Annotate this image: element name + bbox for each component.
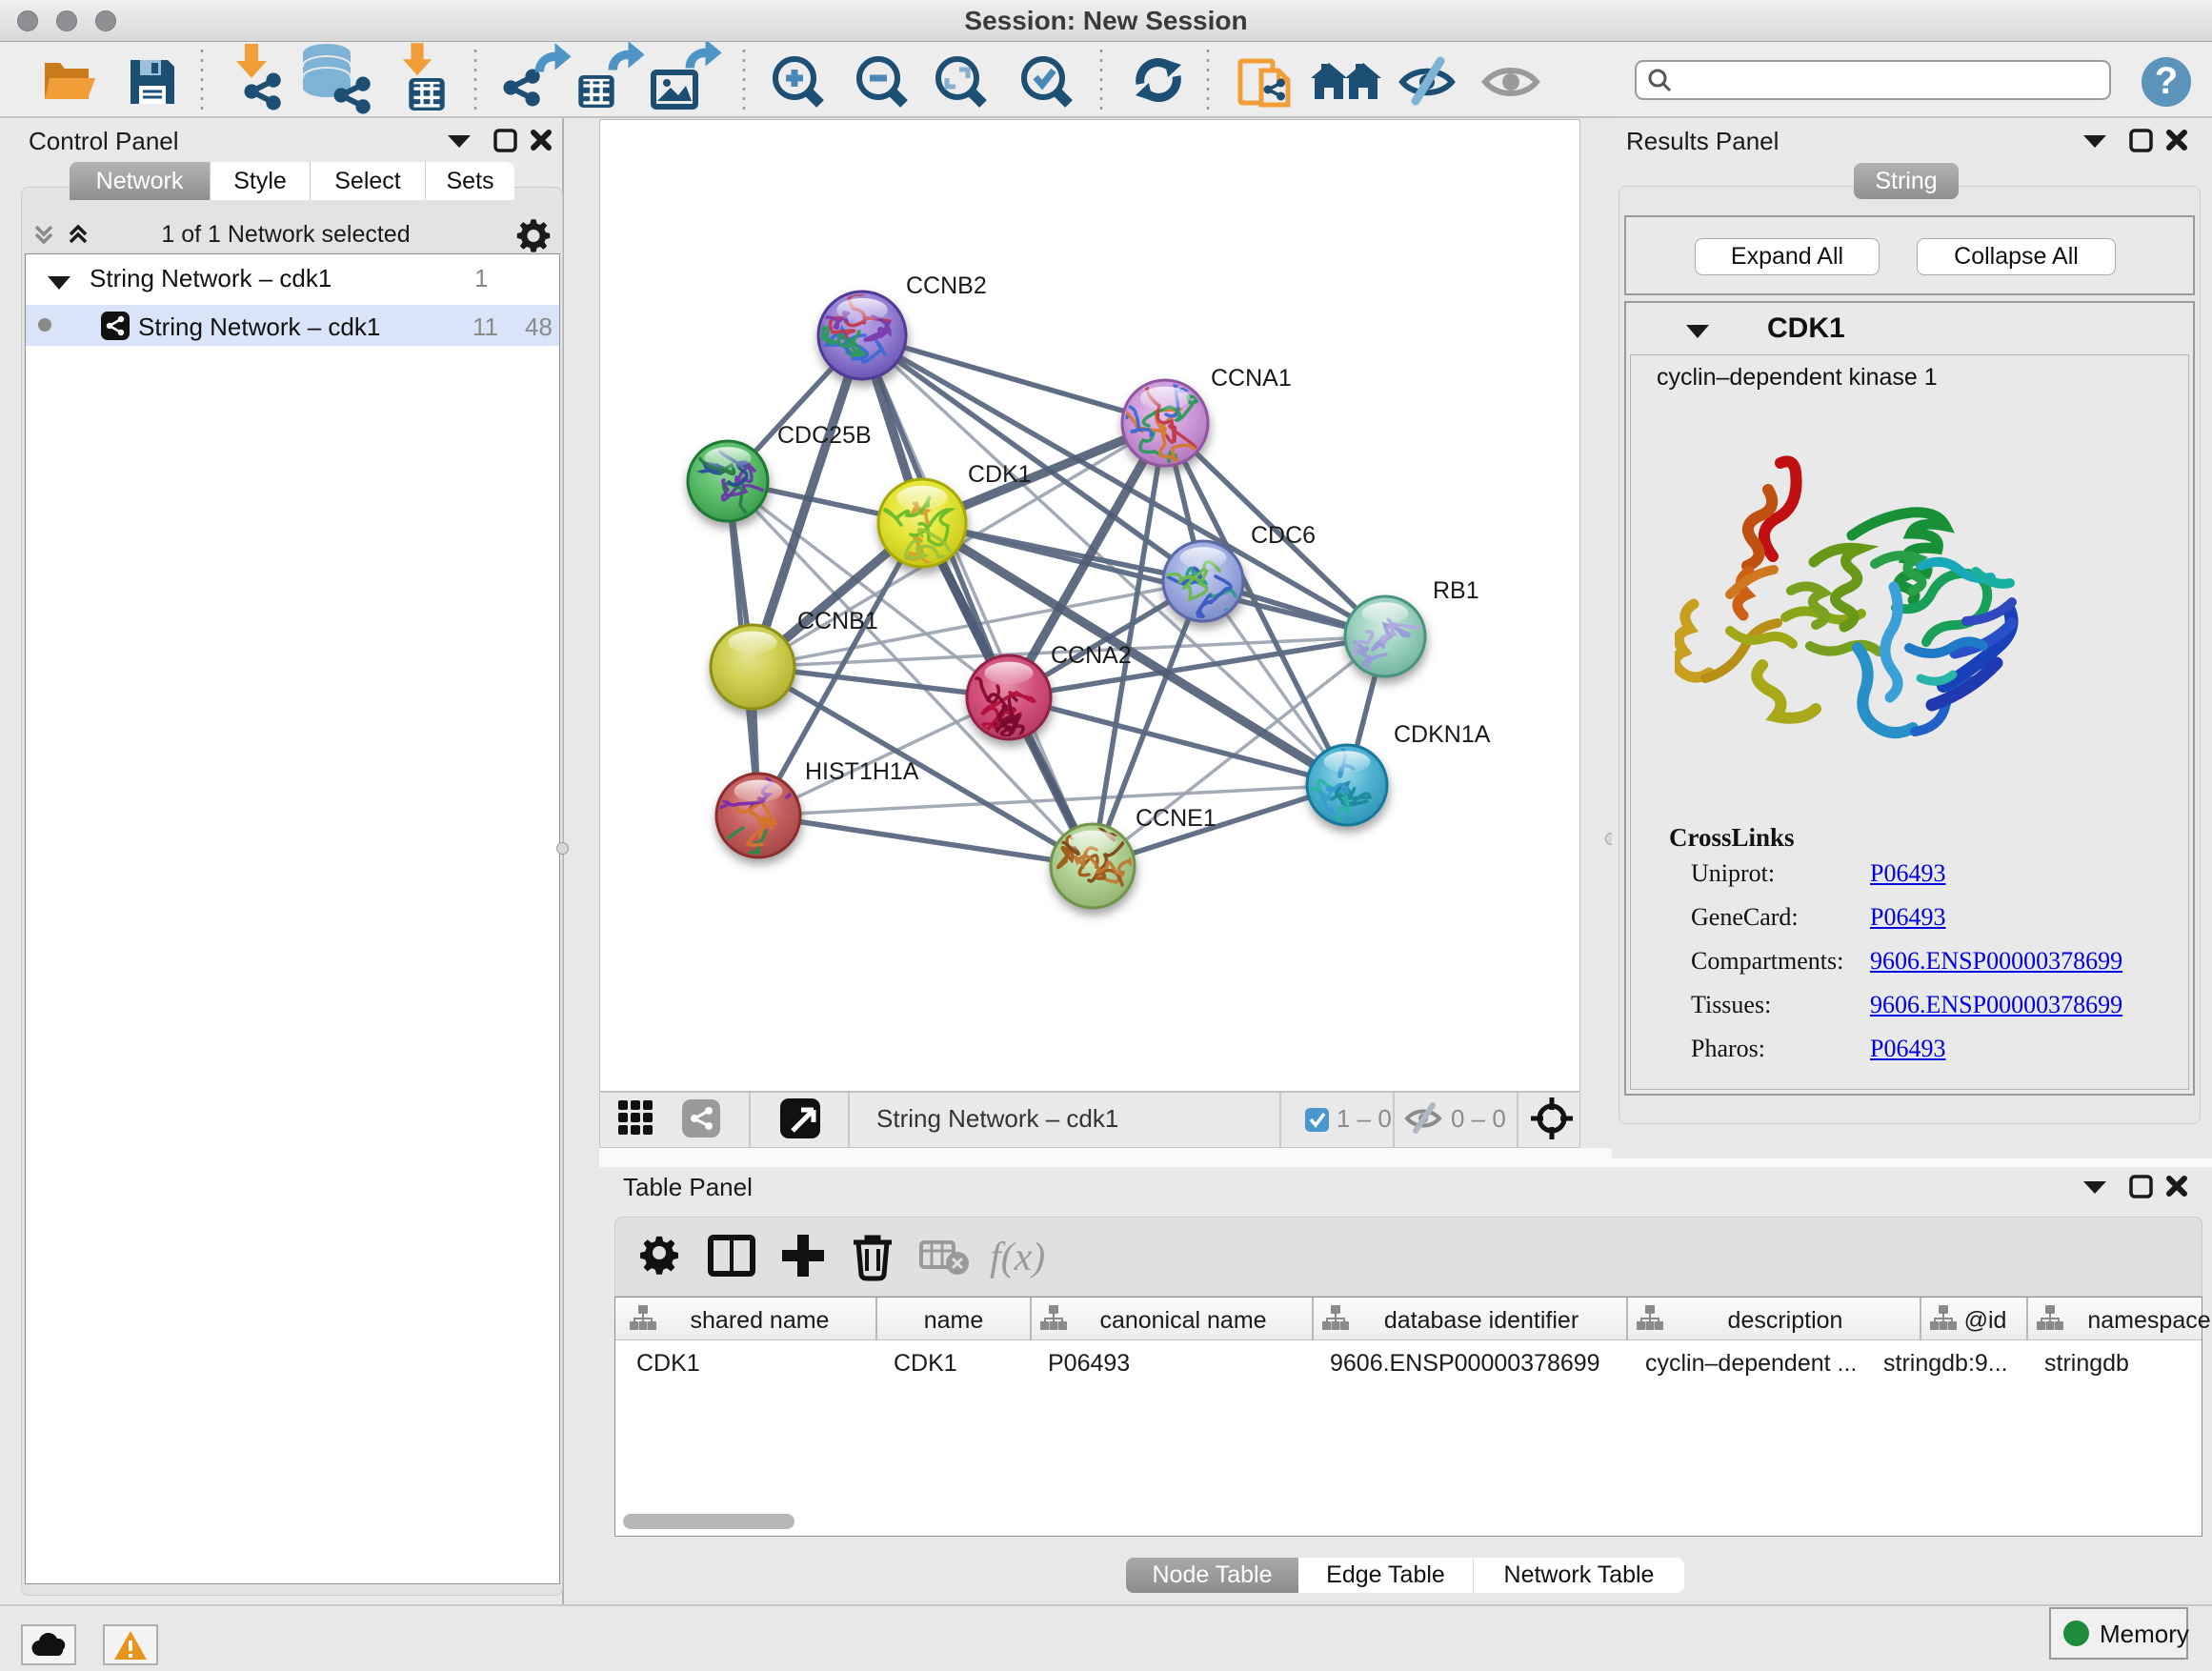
svg-text:HIST1H1A: HIST1H1A [805, 758, 919, 785]
svg-text:CDKN1A: CDKN1A [1394, 721, 1491, 748]
svg-text:CCNB1: CCNB1 [797, 608, 878, 634]
svg-text:f(x): f(x) [990, 1236, 1045, 1279]
svg-text:CCNA1: CCNA1 [1211, 365, 1292, 392]
svg-text:CDK1: CDK1 [968, 461, 1032, 488]
svg-text:0 – 0: 0 – 0 [1451, 1104, 1506, 1133]
svg-text:CCNA2: CCNA2 [1051, 642, 1132, 669]
svg-text:CCNE1: CCNE1 [1136, 805, 1217, 832]
svg-text:CCNB2: CCNB2 [906, 272, 987, 299]
svg-text:CDC25B: CDC25B [777, 422, 872, 449]
svg-text:String Network – cdk1: String Network – cdk1 [876, 1104, 1118, 1133]
svg-text:CDC6: CDC6 [1251, 522, 1316, 549]
svg-text:RB1: RB1 [1433, 577, 1479, 604]
svg-text:1 – 0: 1 – 0 [1337, 1104, 1392, 1133]
